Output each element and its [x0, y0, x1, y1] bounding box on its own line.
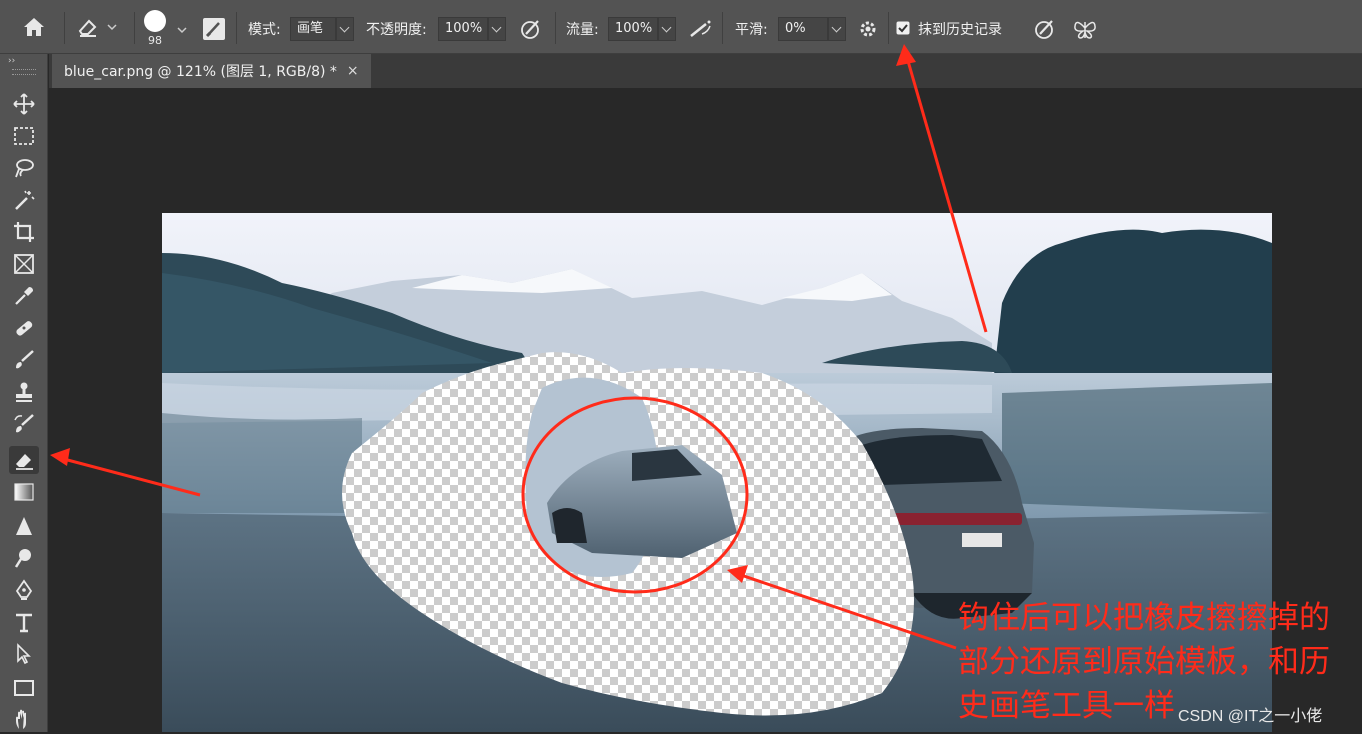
airbrush-button[interactable] [688, 18, 714, 40]
annotation-line: 钩住后可以把橡皮擦擦掉的 [958, 600, 1330, 636]
flow-label: 流量: [566, 22, 599, 38]
brush-size-value: 98 [148, 34, 162, 47]
butterfly-icon [1074, 21, 1096, 39]
checkbox-checked-icon [896, 21, 910, 35]
tool-dodge[interactable] [9, 544, 39, 572]
move-icon [13, 93, 35, 115]
pressure-opacity-button[interactable] [520, 18, 542, 40]
tool-type[interactable] [9, 608, 39, 636]
type-icon [16, 613, 32, 633]
gradient-icon [14, 483, 34, 501]
document-tab-title: blue_car.png @ 121% (图层 1, RGB/8) * [64, 64, 337, 80]
pressure-pen-icon [521, 20, 539, 39]
flow-dropdown[interactable] [658, 17, 676, 41]
tool-healing[interactable] [9, 314, 39, 342]
erase-to-history-label[interactable]: 抹到历史记录 [918, 19, 1002, 39]
tool-brush[interactable] [9, 346, 39, 374]
tool-stamp[interactable] [9, 378, 39, 406]
separator [888, 12, 889, 44]
separator [64, 12, 65, 44]
smoothing-options-button[interactable] [858, 19, 878, 39]
tool-move[interactable] [9, 90, 39, 118]
watermark: CSDN @IT之一小佬 [1178, 708, 1323, 725]
tool-marquee[interactable] [9, 122, 39, 150]
panel-collapse-handle[interactable]: ›› [8, 56, 15, 66]
lasso-icon [15, 159, 34, 178]
tool-hand[interactable] [9, 706, 39, 734]
erase-to-history-checkbox[interactable] [896, 21, 910, 35]
magic-wand-icon [15, 190, 35, 210]
chevron-down-icon [107, 24, 117, 31]
tool-eyedropper[interactable] [9, 282, 39, 310]
tool-preset-picker[interactable] [76, 16, 118, 38]
arrow-cursor-icon [17, 643, 31, 665]
flow-input[interactable]: 100% [608, 17, 658, 41]
tool-frame[interactable] [9, 250, 39, 278]
separator [555, 12, 556, 44]
brush-tip-preview [144, 10, 166, 32]
opacity-label: 不透明度: [366, 22, 427, 38]
smoothing-input[interactable]: 0% [778, 17, 828, 41]
separator [236, 12, 237, 44]
mode-label: 模式: [248, 22, 281, 38]
document-tab-bar: blue_car.png @ 121% (图层 1, RGB/8) * × [49, 54, 1362, 88]
separator [134, 12, 135, 44]
pen-icon [15, 579, 33, 600]
tool-crop[interactable] [9, 218, 39, 246]
marquee-icon [14, 127, 34, 145]
frame-icon [14, 254, 34, 274]
eraser-icon [16, 454, 33, 470]
annotation-line: 部分还原到原始模板，和历 [958, 644, 1330, 680]
tool-gradient[interactable] [9, 478, 39, 506]
brush-settings-icon [203, 18, 225, 40]
close-icon[interactable]: × [347, 63, 359, 79]
pressure-size-button[interactable] [1034, 18, 1056, 40]
brush-preset-picker[interactable]: 98 [144, 10, 166, 47]
gear-icon [860, 21, 876, 37]
tool-path-select[interactable] [9, 640, 39, 668]
home-icon [24, 18, 44, 36]
airbrush-icon [690, 20, 711, 37]
mode-select[interactable]: 画笔 [290, 17, 336, 41]
symmetry-button[interactable] [1072, 18, 1098, 40]
crop-icon [14, 222, 34, 242]
home-button[interactable] [22, 16, 46, 38]
eraser-icon [78, 19, 97, 37]
opacity-input[interactable]: 100% [438, 17, 488, 41]
brush-settings-toggle[interactable] [202, 17, 226, 41]
rectangle-icon [14, 680, 34, 696]
options-bar: 98 模式: 画笔 不透明度: 100% 流量: 100% 平滑: 0% 抹到历… [0, 0, 1362, 54]
pressure-pen-icon [1035, 20, 1053, 39]
document-tab[interactable]: blue_car.png @ 121% (图层 1, RGB/8) * × [52, 54, 371, 88]
tool-rectangle[interactable] [9, 674, 39, 702]
tools-panel: ›› [0, 54, 48, 732]
bandage-icon [16, 321, 33, 336]
opacity-dropdown[interactable] [488, 17, 506, 41]
history-brush-icon [14, 414, 34, 433]
hand-icon [16, 709, 26, 729]
brush-icon [16, 350, 34, 369]
tool-sharpen[interactable] [9, 512, 39, 540]
tool-pen[interactable] [9, 576, 39, 604]
panel-grip[interactable] [12, 69, 36, 75]
tool-magic-wand[interactable] [9, 186, 39, 214]
smoothing-label: 平滑: [735, 22, 768, 38]
separator [722, 12, 723, 44]
dodge-icon [14, 549, 31, 568]
sharpen-icon [16, 517, 32, 535]
chevron-down-icon[interactable] [176, 25, 188, 35]
tool-eraser[interactable] [9, 446, 39, 474]
smoothing-dropdown[interactable] [828, 17, 846, 41]
stamp-icon [16, 382, 32, 402]
tool-lasso[interactable] [9, 154, 39, 182]
tool-history-brush[interactable] [9, 410, 39, 438]
eyedropper-icon [15, 287, 33, 305]
mode-dropdown[interactable] [336, 17, 354, 41]
